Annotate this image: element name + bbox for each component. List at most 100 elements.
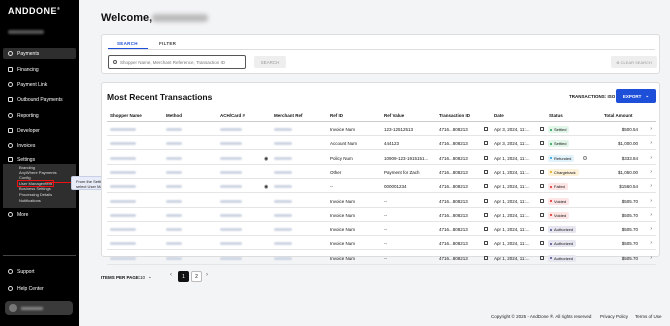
sidebar-item-support[interactable]: Support (3, 266, 76, 277)
chevron-right-icon[interactable]: › (650, 240, 652, 246)
column-header-method[interactable]: Method (166, 113, 182, 118)
copy-icon[interactable] (540, 198, 544, 203)
copy-icon[interactable] (540, 155, 544, 160)
column-header-ach-card-[interactable]: ACH/Card # (220, 113, 245, 118)
status-dot (550, 242, 552, 245)
sidebar-item-more[interactable]: More (3, 209, 76, 220)
copy-icon[interactable] (484, 198, 488, 203)
column-header-status[interactable]: Status (549, 113, 563, 118)
chevron-right-icon[interactable]: › (650, 212, 652, 218)
page-2-button[interactable]: 2 (191, 271, 202, 282)
ach-card-number (220, 170, 242, 174)
search-input[interactable]: Shopper Name, Merchant Reference, Transa… (108, 55, 246, 69)
sidebar-item-financing[interactable]: Financing (3, 64, 76, 75)
copy-icon[interactable] (540, 127, 544, 131)
sidebar-item-developer[interactable]: Developer (3, 125, 76, 136)
sidebar-item-payments[interactable]: Payments (3, 48, 76, 59)
chevron-right-icon[interactable]: › (650, 169, 652, 175)
column-header-ref-id[interactable]: Ref ID (330, 113, 343, 118)
tab-search[interactable]: SEARCH (117, 41, 138, 46)
table-row[interactable]: Account Num 444123 4716...808213 Apr 3, 202… (107, 137, 656, 151)
table-row[interactable]: ◉ Policy Num 10909-123-1915151... 4716...80… (107, 152, 656, 165)
shopper-name (110, 142, 136, 146)
help-icon (8, 269, 13, 274)
copy-icon[interactable] (484, 141, 488, 146)
copy-icon[interactable] (484, 255, 488, 260)
copy-icon[interactable] (540, 241, 544, 246)
column-header-shopper-name[interactable]: Shopper Name (110, 113, 142, 118)
chevron-right-icon[interactable]: › (650, 155, 652, 161)
export-button[interactable]: EXPORT ⌄ (616, 89, 656, 103)
sidebar-item-help-center[interactable]: Help Center (3, 283, 76, 294)
ach-card-number (220, 228, 242, 232)
status-badge: Refunded (548, 154, 575, 162)
privacy-link[interactable]: Privacy Policy (600, 314, 628, 319)
settings-subitem-processing-details[interactable]: Processing Details (19, 192, 52, 197)
table-row[interactable]: Invoice Num -- 4716...808213 Apr 1, 2024, 1… (107, 223, 656, 237)
clear-search-button[interactable]: ⊗ CLEAR SEARCH (611, 56, 657, 68)
status-badge: Settled (548, 126, 570, 133)
info-icon[interactable] (583, 155, 587, 160)
chevron-right-icon[interactable]: › (650, 126, 652, 132)
payment-method (166, 170, 182, 174)
transactions-id-label: TRANSACTIONS: ISO (569, 94, 616, 99)
table-row[interactable]: Invoice Num -- 4716...808213 Apr 1, 2024, 1… (107, 195, 656, 208)
copy-icon[interactable] (484, 184, 488, 189)
transaction-id: 4716...808213 (439, 255, 468, 261)
eye-icon[interactable]: ◉ (264, 184, 268, 190)
chevron-right-icon[interactable]: › (650, 140, 652, 146)
copy-icon[interactable] (540, 255, 544, 260)
table-row[interactable]: Invoice Num -- 4716...808213 Apr 1, 2024, 1… (107, 237, 656, 251)
table-row[interactable]: ◉ -- 000001234 4716...808213 Apr 1, 2024, 11… (107, 180, 656, 194)
page-1-button[interactable]: 1 (178, 271, 189, 282)
items-per-page-select[interactable]: 10 ⌄ (140, 272, 158, 282)
column-header-date[interactable]: Date (494, 113, 504, 118)
copy-icon[interactable] (540, 169, 544, 174)
user-profile[interactable] (5, 301, 73, 315)
sidebar-item-label: Payment Link (17, 81, 48, 88)
copy-icon[interactable] (484, 169, 488, 174)
copy-icon[interactable] (484, 155, 488, 160)
status-badge: Failed (548, 183, 568, 191)
sidebar-item-payment-link[interactable]: Payment Link (3, 79, 76, 90)
settings-subitem-notifications[interactable]: Notifications (19, 198, 41, 203)
settings-subitem-anywhere-payments-config[interactable]: AnyWhere Payments Config (19, 170, 61, 180)
terms-link[interactable]: Terms of Use (635, 314, 662, 319)
avatar (9, 304, 17, 312)
tab-filter[interactable]: FILTER (159, 41, 176, 46)
prev-page-icon[interactable]: ‹ (170, 272, 172, 278)
copy-icon[interactable] (484, 127, 488, 131)
table-row[interactable]: Invoice Num 123-12512513 4716...808213 Apr … (107, 123, 656, 136)
sidebar-item-outbound-payments[interactable]: Outbound Payments (3, 94, 76, 105)
copy-icon[interactable] (484, 227, 488, 232)
ref-value: -- (384, 255, 387, 261)
column-header-total-amount[interactable]: Total Amount (604, 113, 633, 118)
ref-id: Invoice Num (330, 198, 356, 204)
chevron-right-icon[interactable]: › (650, 183, 652, 189)
copy-icon[interactable] (484, 241, 488, 246)
column-header-transaction-id[interactable]: Transaction ID (439, 113, 470, 118)
copy-icon[interactable] (540, 212, 544, 217)
sidebar-item-reporting[interactable]: Reporting (3, 110, 76, 121)
table-row[interactable]: Other Payment for Zach 4716...808213 Apr 1,… (107, 166, 656, 179)
table-row[interactable]: Invoice Num -- 4716...808213 Apr 1, 2024, 1… (107, 252, 656, 265)
brand-logo[interactable]: ANDDONE® (8, 6, 60, 16)
page-title: Welcome, (101, 12, 153, 24)
chevron-right-icon[interactable]: › (650, 255, 652, 261)
copy-icon[interactable] (540, 227, 544, 232)
next-page-icon[interactable]: › (206, 272, 208, 278)
column-header-ref-value[interactable]: Ref Value (384, 113, 404, 118)
transaction-id: 4716...808213 (439, 227, 468, 233)
copy-icon[interactable] (484, 212, 488, 217)
copy-icon[interactable] (540, 184, 544, 189)
chevron-down-icon: ⌄ (645, 93, 650, 98)
column-header-merchant-ref[interactable]: Merchant Ref (274, 113, 303, 118)
chevron-right-icon[interactable]: › (650, 226, 652, 232)
eye-icon[interactable]: ◉ (264, 156, 268, 162)
chevron-right-icon[interactable]: › (650, 198, 652, 204)
search-button[interactable]: SEARCH (254, 56, 286, 68)
copy-icon[interactable] (540, 141, 544, 146)
sidebar-item-invoices[interactable]: Invoices (3, 140, 76, 151)
table-row[interactable]: Invoice Num -- 4716...808213 Apr 1, 2024, 1… (107, 209, 656, 222)
settings-subitem-business-settings[interactable]: Business Settings (19, 186, 51, 191)
